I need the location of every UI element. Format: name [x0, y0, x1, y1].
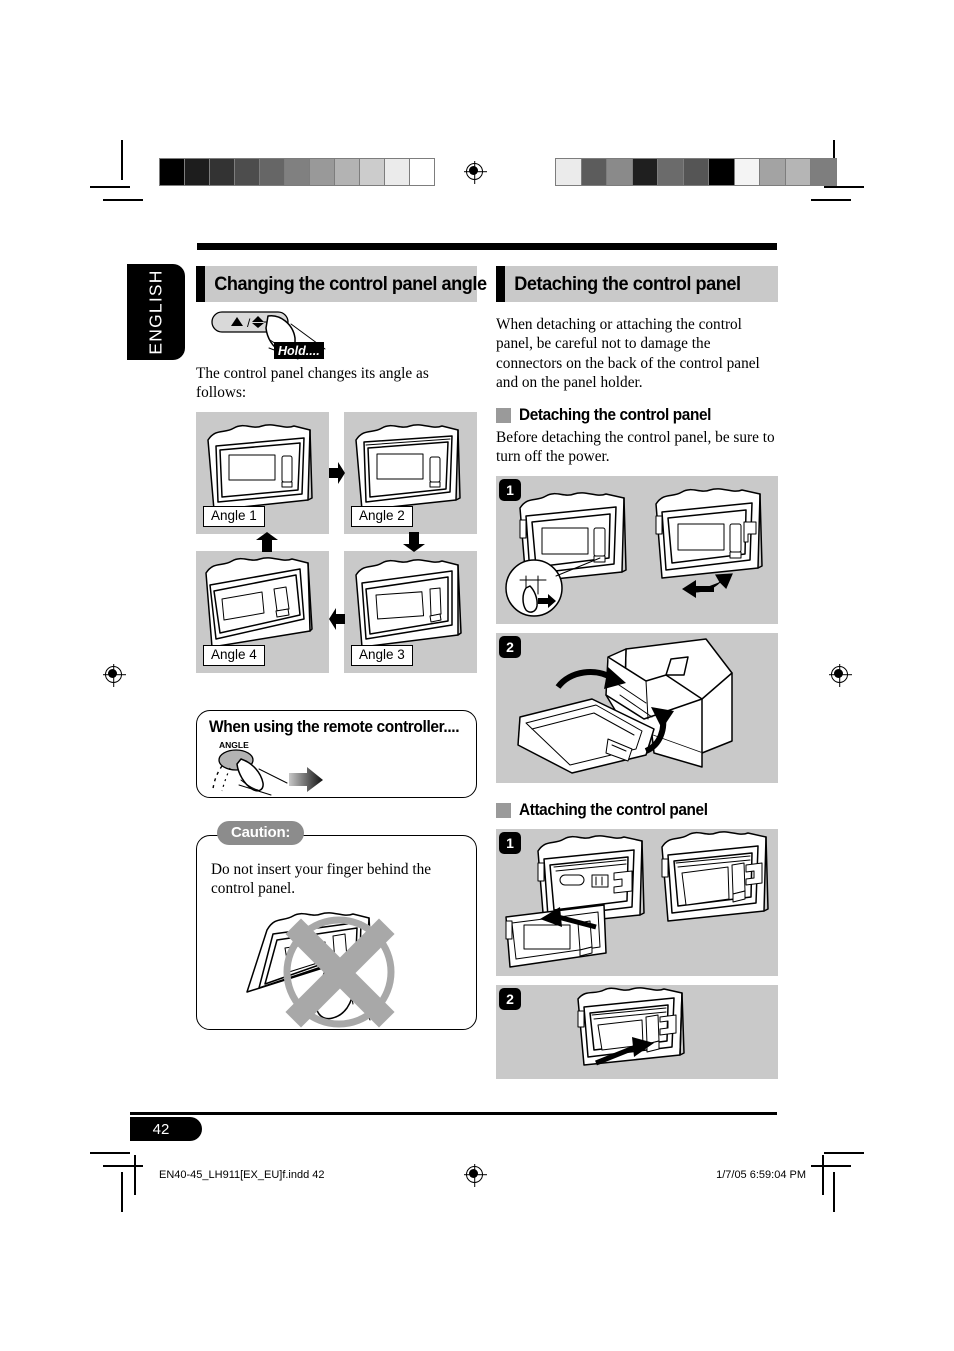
caution-badge: Caution:	[217, 820, 305, 845]
manual-page: ENGLISH Changing the control panel angle…	[0, 0, 954, 1351]
detach-step-2-figure	[517, 637, 733, 774]
detach-step-1-panel: 1	[496, 475, 778, 624]
hold-button-figure: / Hold....	[211, 311, 326, 360]
subsection-title-detaching: Detaching the control panel	[519, 406, 712, 425]
angle-cell-1: Angle 1	[196, 411, 329, 534]
page-number-badge: 42	[130, 1117, 202, 1141]
section-title-left: Changing the control panel angle	[214, 272, 487, 295]
angle-label-3: Angle 3	[351, 644, 413, 666]
hold-button-illustration: / Hold....	[196, 302, 477, 364]
caution-box: Caution: Do not insert your finger behin…	[196, 820, 477, 1030]
attach-step-1-figure	[505, 830, 769, 968]
remote-box-title: When using the remote controller....	[209, 717, 460, 736]
angle-cycle-diagram: Angle 1 Angle 2 Angle 4 Angle 3	[196, 411, 477, 688]
language-tab: ENGLISH	[127, 264, 185, 360]
subsection-attaching: Attaching the control panel	[496, 801, 778, 820]
detach-step-1-figure	[505, 487, 763, 617]
top-rule	[197, 243, 777, 250]
arrow-2-to-3	[403, 531, 425, 552]
bullet-square-icon-2	[496, 802, 511, 818]
remote-angle-button-label: ANGLE	[219, 740, 249, 750]
arrow-4-to-1	[256, 531, 278, 552]
section-header-detaching: Detaching the control panel	[496, 266, 778, 302]
detach-step-2-panel: 2	[496, 632, 778, 783]
angle-label-2: Angle 2	[351, 505, 413, 527]
remote-angle-button-figure: ANGLE	[212, 740, 323, 796]
detaching-note-text: Before detaching the control panel, be s…	[496, 429, 775, 466]
angle-label-4: Angle 4	[203, 644, 265, 666]
caution-text: Do not insert your finger behind the con…	[211, 860, 432, 897]
attach-step-2-figure	[577, 986, 685, 1066]
angle-label-1: Angle 1	[203, 505, 265, 527]
bottom-rule	[130, 1112, 777, 1115]
bullet-square-icon	[496, 408, 511, 424]
footer-rule-right	[822, 1155, 824, 1195]
hold-label-text: Hold....	[278, 344, 320, 358]
attach-step-1-panel: 1	[496, 828, 778, 976]
footer-timestamp: 1/7/05 6:59:04 PM	[716, 1169, 806, 1181]
angle-cell-4: Angle 4	[196, 550, 329, 673]
arrow-1-to-2	[329, 461, 345, 484]
subsection-title-attaching: Attaching the control panel	[519, 800, 708, 819]
subsection-detaching: Detaching the control panel	[496, 406, 778, 425]
footer-filename: EN40-45_LH911[EX_EU]f.indd 42	[159, 1169, 325, 1181]
angle-intro-text: The control panel changes its angle as f…	[196, 365, 429, 402]
left-column: Changing the control panel angle / Hold.…	[196, 266, 487, 1030]
detaching-intro-text: When detaching or attaching the control …	[496, 316, 760, 391]
footer-rule-left	[134, 1155, 136, 1195]
language-tab-label: ENGLISH	[145, 269, 166, 355]
caution-no-finger-figure	[246, 911, 395, 1028]
angle-cell-3: Angle 3	[344, 550, 477, 673]
attach-step-2-panel: 2	[496, 984, 778, 1079]
remote-controller-box: When using the remote controller.... ANG…	[196, 709, 477, 798]
section-title-right: Detaching the control panel	[514, 272, 741, 295]
right-column: Detaching the control panel When detachi…	[496, 266, 778, 1079]
arrow-3-to-4	[329, 607, 345, 630]
angle-cell-2: Angle 2	[344, 411, 477, 534]
section-header-changing-angle: Changing the control panel angle	[196, 266, 487, 302]
